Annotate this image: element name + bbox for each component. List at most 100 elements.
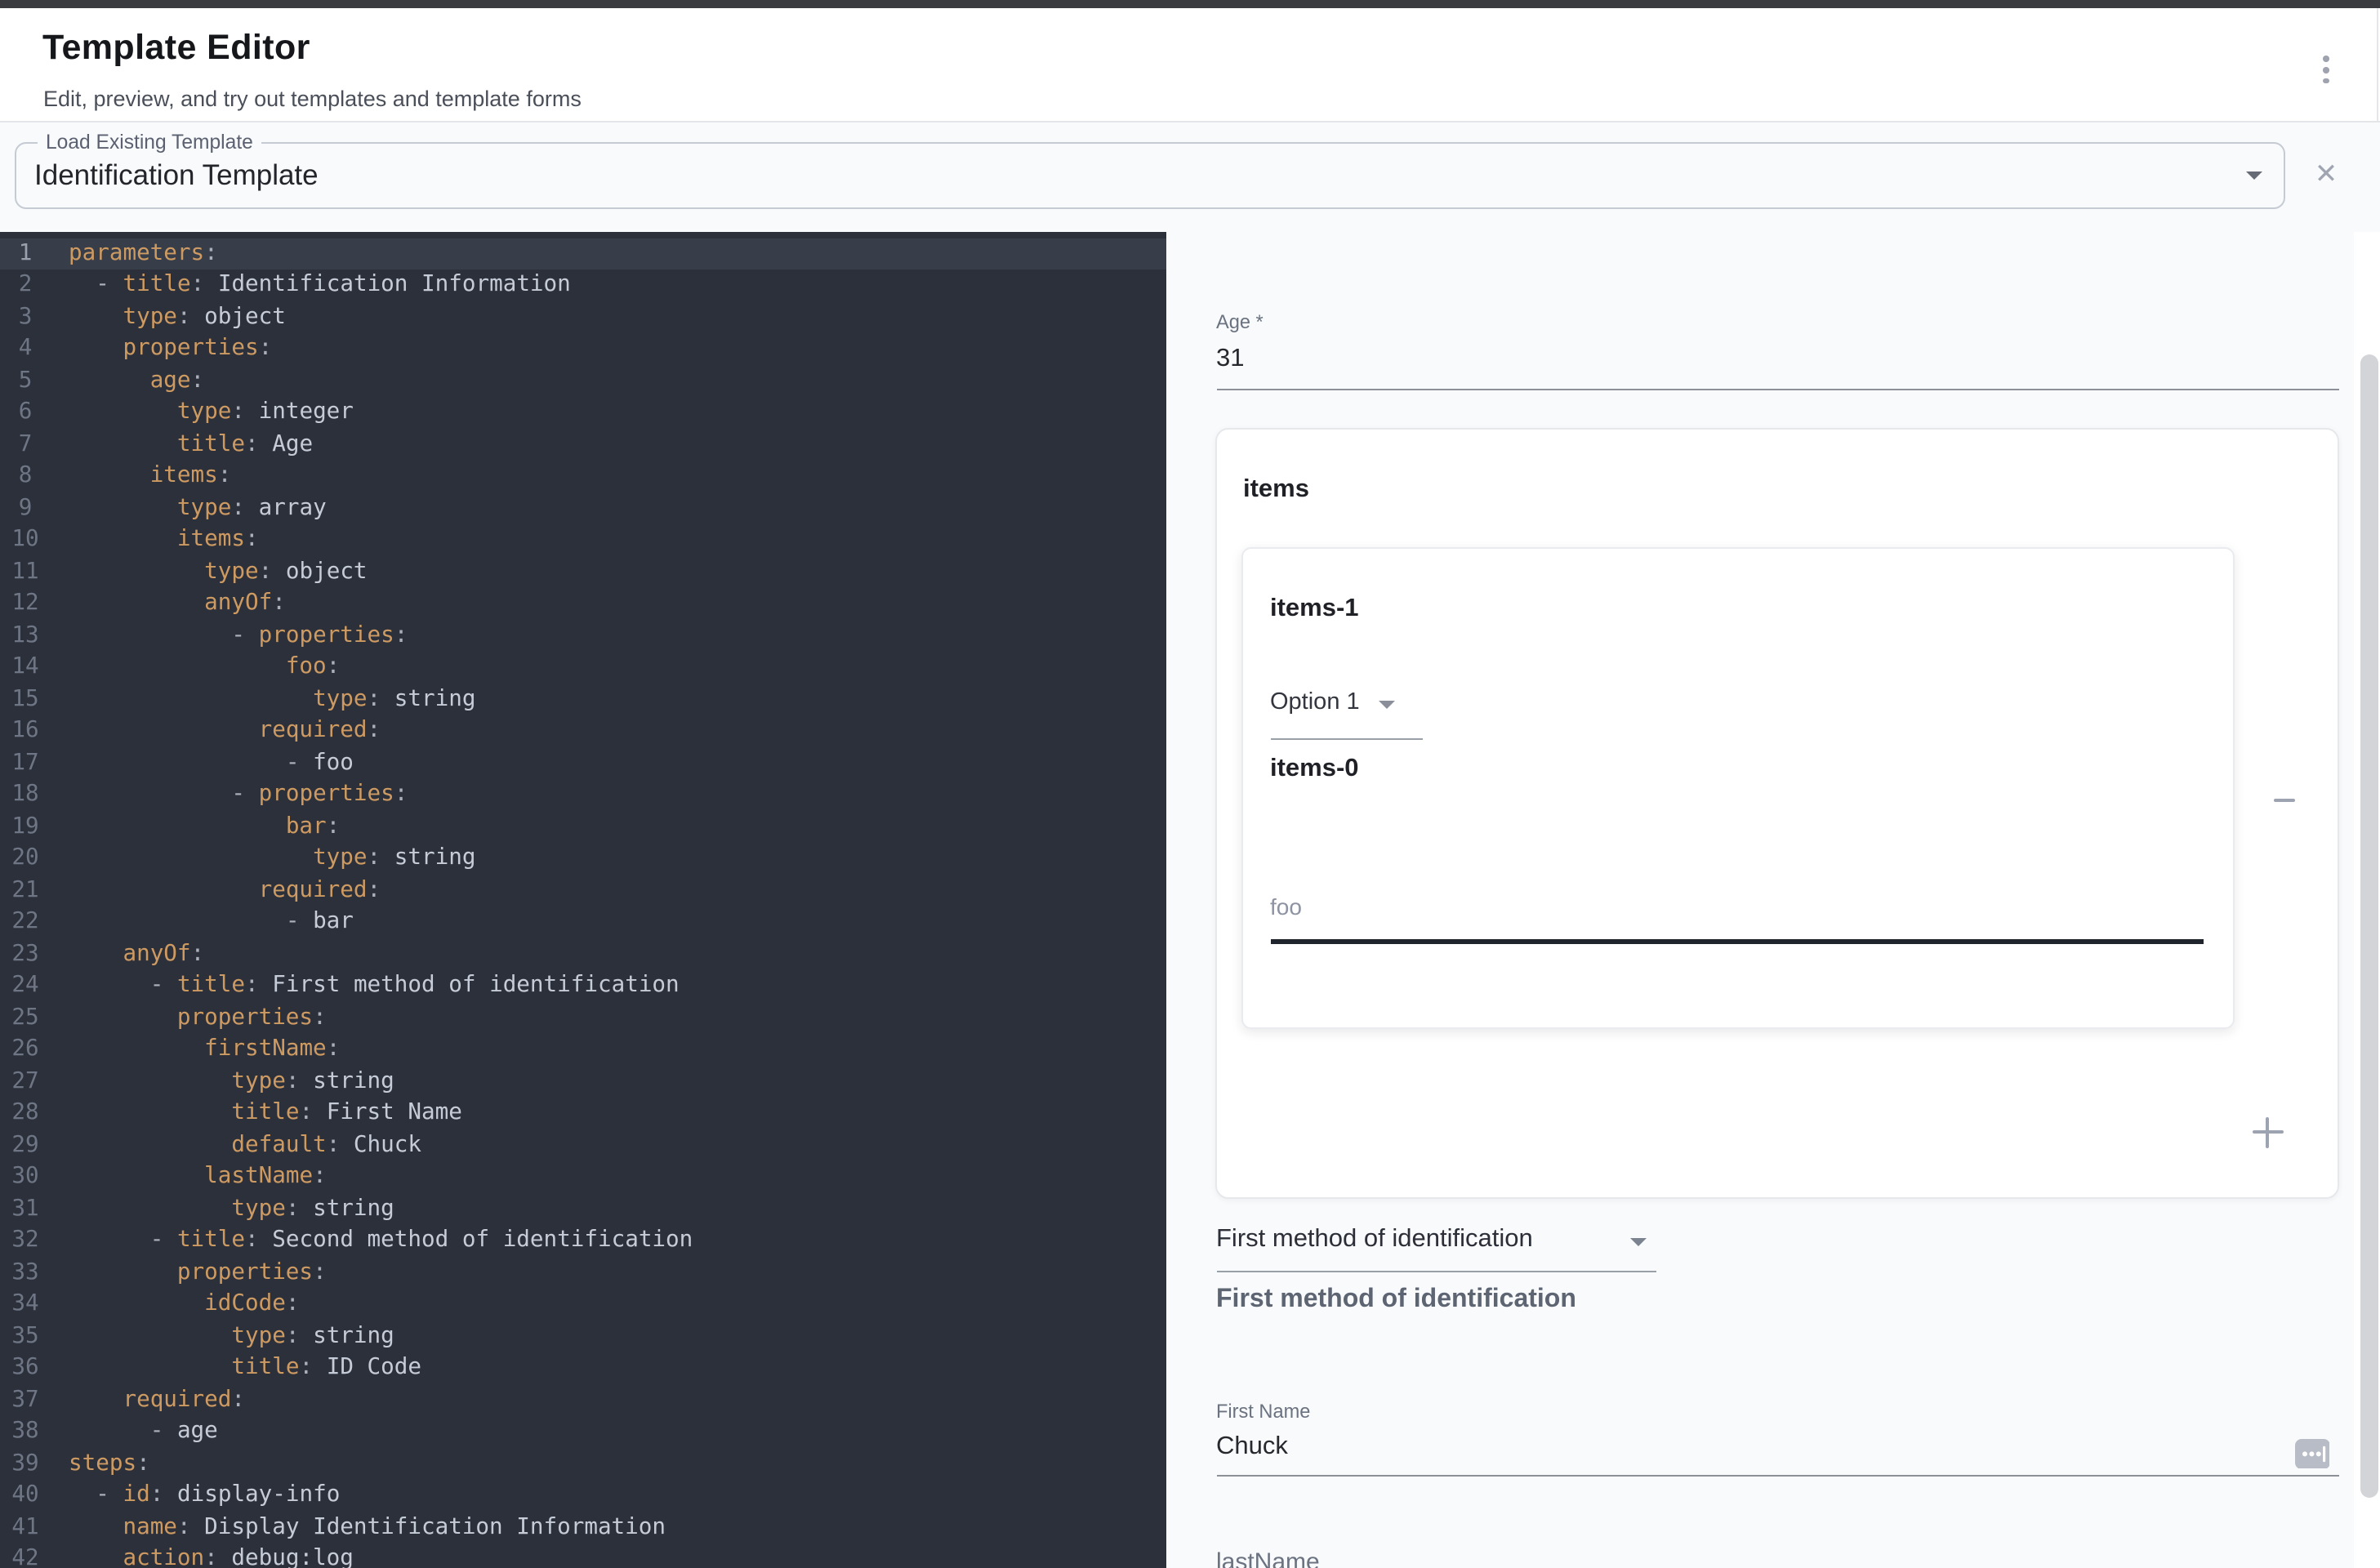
page-title: Template Editor bbox=[42, 28, 310, 69]
line-number: 3 bbox=[0, 301, 51, 333]
template-loader-section: Load Existing Template Identification Te… bbox=[0, 122, 2380, 231]
page-scrollbar-thumb[interactable] bbox=[2360, 354, 2378, 1498]
code-line[interactable]: 30 lastName: bbox=[0, 1161, 1166, 1193]
line-number: 1 bbox=[0, 238, 51, 270]
code-line[interactable]: 8 items: bbox=[0, 461, 1166, 492]
code-line[interactable]: 2 - title: Identification Information bbox=[0, 270, 1166, 301]
code-line[interactable]: 25 properties: bbox=[0, 1002, 1166, 1034]
line-number: 32 bbox=[0, 1225, 51, 1257]
line-number: 4 bbox=[0, 333, 51, 365]
code-line[interactable]: 20 type: string bbox=[0, 843, 1166, 875]
foo-input-underline bbox=[1270, 939, 2203, 943]
code-line[interactable]: 13 - properties: bbox=[0, 620, 1166, 652]
code-line[interactable]: 3 type: object bbox=[0, 301, 1166, 333]
line-number: 5 bbox=[0, 365, 51, 397]
chevron-down-icon bbox=[1629, 1238, 1646, 1246]
line-number: 27 bbox=[0, 1066, 51, 1098]
line-number: 9 bbox=[0, 492, 51, 524]
code-line[interactable]: 35 type: string bbox=[0, 1321, 1166, 1352]
code-line[interactable]: 34 idCode: bbox=[0, 1289, 1166, 1321]
line-number: 11 bbox=[0, 556, 51, 588]
code-line[interactable]: 23 anyOf: bbox=[0, 938, 1166, 970]
line-number: 8 bbox=[0, 461, 51, 492]
line-number: 20 bbox=[0, 843, 51, 875]
remove-item-button[interactable] bbox=[2272, 789, 2295, 812]
chevron-down-icon bbox=[2246, 171, 2262, 179]
code-line[interactable]: 1parameters: bbox=[0, 238, 1166, 270]
code-line[interactable]: 41 name: Display Identification Informat… bbox=[0, 1512, 1166, 1544]
code-line[interactable]: 31 type: string bbox=[0, 1193, 1166, 1225]
window-top-bar bbox=[0, 0, 2380, 8]
line-number: 22 bbox=[0, 906, 51, 938]
code-line[interactable]: 7 title: Age bbox=[0, 429, 1166, 461]
clear-template-button[interactable]: ✕ bbox=[2308, 157, 2344, 193]
add-item-button[interactable] bbox=[2252, 1116, 2283, 1147]
page-header: Template Editor Edit, preview, and try o… bbox=[0, 8, 2380, 122]
line-number: 26 bbox=[0, 1034, 51, 1066]
code-line[interactable]: 33 properties: bbox=[0, 1257, 1166, 1289]
page-subtitle: Edit, preview, and try out templates and… bbox=[43, 87, 582, 111]
line-number: 39 bbox=[0, 1448, 51, 1480]
first-name-input[interactable]: Chuck bbox=[1216, 1432, 1288, 1462]
line-number: 37 bbox=[0, 1384, 51, 1416]
code-line[interactable]: 15 type: string bbox=[0, 684, 1166, 715]
code-line[interactable]: 17 - foo bbox=[0, 747, 1166, 779]
line-number: 29 bbox=[0, 1129, 51, 1161]
code-line[interactable]: 4 properties: bbox=[0, 333, 1166, 365]
line-number: 41 bbox=[0, 1512, 51, 1544]
autofill-icon[interactable] bbox=[2294, 1438, 2329, 1468]
method-select-underline bbox=[1216, 1270, 1656, 1272]
code-line[interactable]: 6 type: integer bbox=[0, 397, 1166, 429]
age-field-label: Age * bbox=[1216, 310, 1264, 333]
code-line[interactable]: 10 items: bbox=[0, 524, 1166, 556]
code-line[interactable]: 37 required: bbox=[0, 1384, 1166, 1416]
code-line[interactable]: 14 foo: bbox=[0, 652, 1166, 684]
item-variant-select[interactable]: Option 1 bbox=[1270, 686, 1433, 725]
code-line[interactable]: 36 title: ID Code bbox=[0, 1352, 1166, 1384]
item-variant-value: Option 1 bbox=[1270, 689, 1360, 715]
foo-input[interactable]: foo bbox=[1270, 893, 1302, 920]
yaml-code-editor[interactable]: 1parameters:2 - title: Identification In… bbox=[0, 231, 1166, 1568]
code-line[interactable]: 24 - title: First method of identificati… bbox=[0, 970, 1166, 1002]
line-number: 10 bbox=[0, 524, 51, 556]
code-line[interactable]: 21 required: bbox=[0, 875, 1166, 906]
identification-method-select[interactable]: First method of identification bbox=[1216, 1222, 1657, 1264]
code-line[interactable]: 5 age: bbox=[0, 365, 1166, 397]
age-input[interactable]: 31 bbox=[1216, 345, 1245, 374]
load-template-label: Load Existing Template bbox=[38, 130, 261, 153]
line-number: 31 bbox=[0, 1193, 51, 1225]
line-number: 24 bbox=[0, 970, 51, 1002]
line-number: 42 bbox=[0, 1544, 51, 1568]
code-line[interactable]: 16 required: bbox=[0, 715, 1166, 747]
line-number: 40 bbox=[0, 1480, 51, 1512]
code-line[interactable]: 22 - bar bbox=[0, 906, 1166, 938]
items-entry-card: items-1 Option 1 items-0 foo bbox=[1241, 547, 2234, 1029]
code-line[interactable]: 28 title: First Name bbox=[0, 1098, 1166, 1129]
code-line[interactable]: 39steps: bbox=[0, 1448, 1166, 1480]
code-line[interactable]: 32 - title: Second method of identificat… bbox=[0, 1225, 1166, 1257]
line-number: 6 bbox=[0, 397, 51, 429]
code-line[interactable]: 12 anyOf: bbox=[0, 588, 1166, 620]
code-line[interactable]: 42 action: debug:log bbox=[0, 1544, 1166, 1568]
code-line[interactable]: 19 bar: bbox=[0, 811, 1166, 843]
code-line[interactable]: 40 - id: display-info bbox=[0, 1480, 1166, 1512]
chevron-down-icon bbox=[1378, 701, 1394, 709]
code-line[interactable]: 11 type: object bbox=[0, 556, 1166, 588]
code-line[interactable]: 27 type: string bbox=[0, 1066, 1166, 1098]
line-number: 19 bbox=[0, 811, 51, 843]
kebab-menu-icon[interactable] bbox=[2310, 47, 2342, 96]
line-number: 7 bbox=[0, 429, 51, 461]
code-line[interactable]: 9 type: array bbox=[0, 492, 1166, 524]
line-number: 33 bbox=[0, 1257, 51, 1289]
line-number: 2 bbox=[0, 270, 51, 301]
line-number: 25 bbox=[0, 1002, 51, 1034]
code-line[interactable]: 18 - properties: bbox=[0, 779, 1166, 811]
item-subtitle: items-0 bbox=[1270, 755, 1359, 784]
code-line[interactable]: 38 - age bbox=[0, 1416, 1166, 1448]
load-template-select[interactable]: Load Existing Template Identification Te… bbox=[15, 141, 2285, 208]
line-number: 18 bbox=[0, 779, 51, 811]
code-line[interactable]: 26 firstName: bbox=[0, 1034, 1166, 1066]
identification-method-value: First method of identification bbox=[1216, 1225, 1533, 1254]
line-number: 23 bbox=[0, 938, 51, 970]
code-line[interactable]: 29 default: Chuck bbox=[0, 1129, 1166, 1161]
